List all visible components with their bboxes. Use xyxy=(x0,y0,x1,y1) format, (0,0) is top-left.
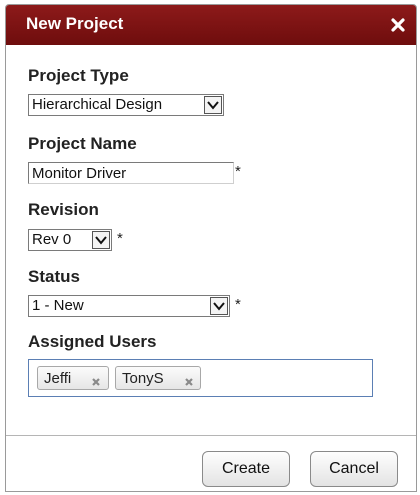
revision-label: Revision xyxy=(28,200,99,219)
chevron-down-icon[interactable] xyxy=(92,231,110,249)
status-value: 1 - New xyxy=(32,297,84,314)
project-name-value: Monitor Driver xyxy=(32,165,127,182)
cancel-button[interactable]: Cancel xyxy=(310,451,398,487)
remove-icon[interactable] xyxy=(91,374,101,386)
project-type-value: Hierarchical Design xyxy=(32,96,163,113)
project-name-label: Project Name xyxy=(28,134,137,153)
project-type-label: Project Type xyxy=(28,66,129,85)
chevron-down-icon[interactable] xyxy=(210,297,228,315)
project-type-select[interactable]: Hierarchical Design xyxy=(28,94,224,116)
chevron-down-icon[interactable] xyxy=(204,96,222,114)
status-label: Status xyxy=(28,267,80,286)
revision-select[interactable]: Rev 0 xyxy=(28,229,112,251)
create-button[interactable]: Create xyxy=(202,451,290,487)
status-select[interactable]: 1 - New xyxy=(28,295,230,317)
remove-icon[interactable] xyxy=(184,374,194,386)
footer-divider xyxy=(6,435,416,436)
user-chip-label: TonyS xyxy=(122,370,164,387)
user-chip-label: Jeffi xyxy=(44,370,72,387)
user-chip: TonyS xyxy=(115,366,201,390)
required-mark: * xyxy=(117,230,123,247)
new-project-dialog: New Project Project Type Hierarchical De… xyxy=(5,4,417,492)
required-mark: * xyxy=(235,296,241,313)
required-mark: * xyxy=(235,163,241,180)
dialog-titlebar[interactable]: New Project xyxy=(6,5,416,45)
user-chip: Jeffi xyxy=(37,366,109,390)
project-name-input[interactable]: Monitor Driver xyxy=(28,162,234,184)
assigned-users-input[interactable]: Jeffi TonyS xyxy=(28,359,373,397)
revision-value: Rev 0 xyxy=(32,231,72,248)
assigned-users-label: Assigned Users xyxy=(28,332,157,351)
dialog-title: New Project xyxy=(26,14,124,33)
close-icon[interactable] xyxy=(388,15,408,35)
